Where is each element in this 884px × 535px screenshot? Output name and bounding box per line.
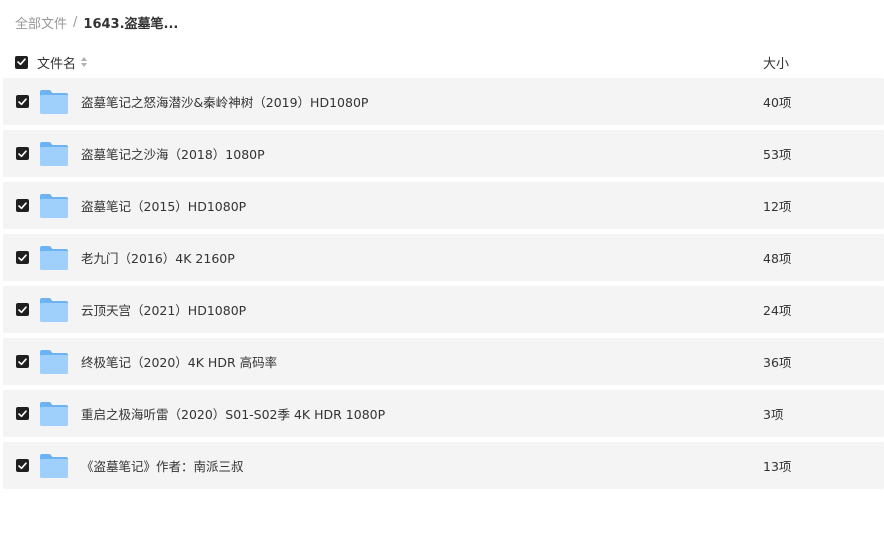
file-name[interactable]: 盗墓笔记（2015）HD1080P — [81, 196, 246, 215]
file-row[interactable]: 云顶天宫（2021）HD1080P 24项 — [3, 286, 884, 333]
folder-icon — [39, 453, 69, 479]
check-icon — [18, 201, 27, 209]
row-checkbox[interactable] — [16, 95, 29, 108]
check-icon — [18, 253, 27, 261]
breadcrumb-root-link[interactable]: 全部文件 — [15, 13, 67, 32]
folder-icon — [39, 349, 69, 375]
folder-icon — [39, 245, 69, 271]
check-icon — [18, 357, 27, 365]
file-size: 40项 — [763, 95, 792, 110]
file-name[interactable]: 盗墓笔记之怒海潜沙&秦岭神树（2019）HD1080P — [81, 92, 368, 111]
file-name[interactable]: 重启之极海听雷（2020）S01-S02季 4K HDR 1080P — [81, 404, 385, 423]
file-size: 36项 — [763, 355, 792, 370]
row-checkbox[interactable] — [16, 407, 29, 420]
breadcrumb-current: 1643.盗墓笔... — [83, 16, 179, 32]
file-row[interactable]: 老九门（2016）4K 2160P 48项 — [3, 234, 884, 281]
check-icon — [18, 409, 27, 417]
column-header-size: 大小 — [763, 56, 790, 72]
check-icon — [18, 305, 27, 313]
folder-icon — [39, 193, 69, 219]
sort-icon[interactable] — [81, 57, 88, 67]
file-row[interactable]: 重启之极海听雷（2020）S01-S02季 4K HDR 1080P 3项 — [3, 390, 884, 437]
file-row[interactable]: 《盗墓笔记》作者：南派三叔 13项 — [3, 442, 884, 489]
file-name[interactable]: 老九门（2016）4K 2160P — [81, 248, 235, 267]
file-row[interactable]: 盗墓笔记（2015）HD1080P 12项 — [3, 182, 884, 229]
row-checkbox[interactable] — [16, 251, 29, 264]
folder-icon — [39, 141, 69, 167]
file-browser: 全部文件 / 1643.盗墓笔... 文件名 大小 盗墓笔记之怒海潜沙&秦岭神树… — [0, 0, 884, 535]
column-header-name-label: 文件名 — [37, 56, 77, 72]
file-name[interactable]: 盗墓笔记之沙海（2018）1080P — [81, 144, 265, 163]
folder-icon — [39, 89, 69, 115]
file-size: 13项 — [763, 459, 792, 474]
check-icon — [18, 461, 27, 469]
breadcrumb-separator: / — [73, 14, 78, 30]
row-checkbox[interactable] — [16, 459, 29, 472]
breadcrumb: 全部文件 / 1643.盗墓笔... — [15, 12, 178, 32]
file-size: 24项 — [763, 303, 792, 318]
file-name[interactable]: 云顶天宫（2021）HD1080P — [81, 300, 246, 319]
file-list: 盗墓笔记之怒海潜沙&秦岭神树（2019）HD1080P 40项盗墓笔记之沙海（20… — [3, 78, 884, 494]
file-size: 12项 — [763, 199, 792, 214]
folder-icon — [39, 297, 69, 323]
file-size: 3项 — [763, 407, 784, 422]
row-checkbox[interactable] — [16, 147, 29, 160]
file-name[interactable]: 《盗墓笔记》作者：南派三叔 — [81, 456, 244, 475]
select-all-checkbox[interactable] — [15, 55, 28, 69]
check-icon — [18, 149, 27, 157]
check-icon — [18, 97, 27, 105]
folder-icon — [39, 401, 69, 427]
file-row[interactable]: 盗墓笔记之沙海（2018）1080P 53项 — [3, 130, 884, 177]
file-name[interactable]: 终极笔记（2020）4K HDR 高码率 — [81, 352, 277, 371]
table-header: 文件名 大小 — [15, 52, 875, 72]
row-checkbox[interactable] — [16, 303, 29, 316]
column-header-name[interactable]: 文件名 — [37, 53, 88, 72]
row-checkbox[interactable] — [16, 199, 29, 212]
file-row[interactable]: 盗墓笔记之怒海潜沙&秦岭神树（2019）HD1080P 40项 — [3, 78, 884, 125]
check-icon — [17, 58, 26, 66]
file-size: 53项 — [763, 147, 792, 162]
file-row[interactable]: 终极笔记（2020）4K HDR 高码率 36项 — [3, 338, 884, 385]
row-checkbox[interactable] — [16, 355, 29, 368]
file-size: 48项 — [763, 251, 792, 266]
